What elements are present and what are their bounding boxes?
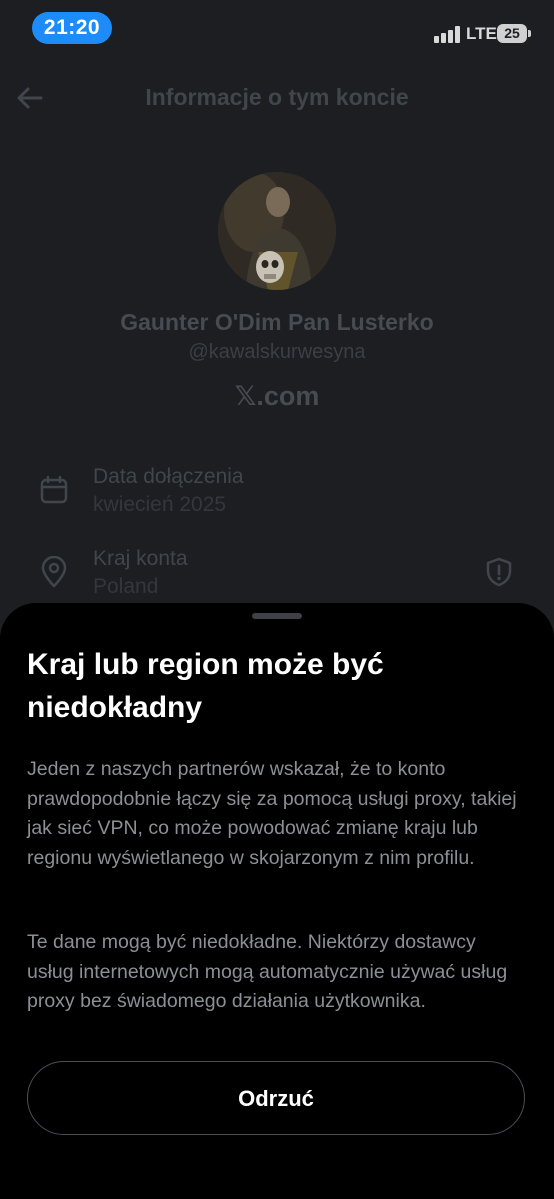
shield-alert-icon[interactable] <box>483 556 515 588</box>
account-country-label: Kraj konta <box>93 547 188 570</box>
sheet-paragraph-1: Jeden z naszych partnerów wskazał, że to… <box>27 758 517 869</box>
avatar[interactable] <box>218 172 336 290</box>
sheet-paragraph-2: Te dane mogą być niedokładne. Niektórzy … <box>27 931 508 1012</box>
sheet-grabber[interactable] <box>252 613 302 619</box>
joined-date-value: kwiecień 2025 <box>93 493 227 516</box>
platform-logo: 𝕏.com <box>234 381 320 411</box>
battery-icon: 25 <box>497 24 527 43</box>
joined-date-row: Data dołączenia kwiecień 2025 <box>0 462 554 532</box>
signal-strength-icon <box>434 25 462 43</box>
page-title: Informacje o tym koncie <box>145 84 409 110</box>
calendar-icon <box>38 474 70 506</box>
status-time: 21:20 <box>32 12 112 44</box>
location-pin-icon <box>38 555 70 588</box>
joined-date-label: Data dołączenia <box>93 465 244 488</box>
battery-tip <box>528 30 531 37</box>
bottom-sheet: Kraj lub region może być niedokładny Jed… <box>0 603 554 1199</box>
profile-name: Gaunter O'Dim Pan Lusterko <box>120 309 434 335</box>
profile-handle: @kawalskurwesyna <box>188 341 366 363</box>
account-country-value: Poland <box>93 575 159 598</box>
network-type: LTE <box>466 24 497 43</box>
sheet-title: Kraj lub region może być niedokładny <box>27 648 384 724</box>
status-bar: 21:20 LTE 25 <box>0 0 554 58</box>
dismiss-button[interactable]: Odrzuć <box>27 1061 525 1135</box>
